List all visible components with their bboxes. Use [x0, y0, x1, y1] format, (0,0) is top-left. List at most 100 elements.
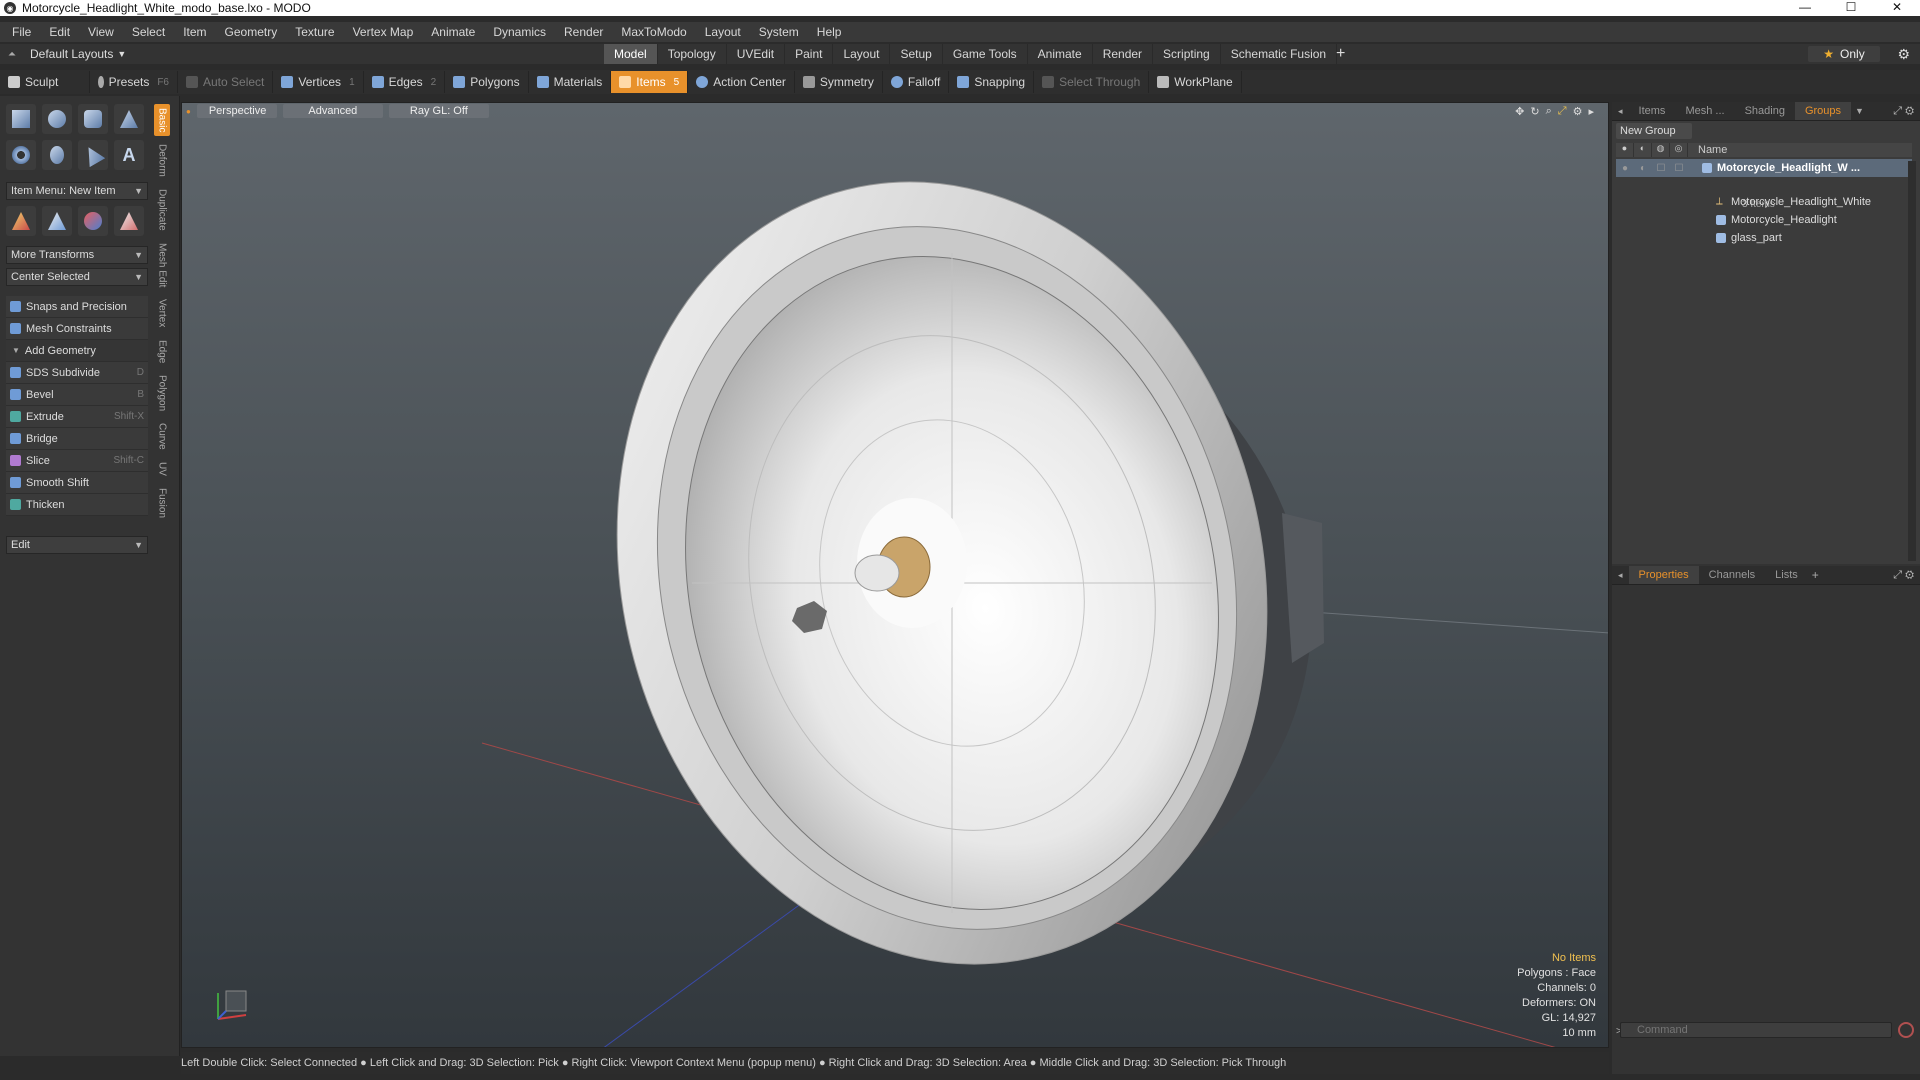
- symmetry-button[interactable]: Symmetry: [795, 71, 883, 93]
- mesh-constraints-button[interactable]: Mesh Constraints: [6, 318, 148, 340]
- checkbox-icon[interactable]: ☐: [1670, 163, 1688, 174]
- bevel-button[interactable]: Bevel B: [6, 384, 148, 406]
- items-button[interactable]: Items 5: [611, 71, 689, 93]
- menu-texture[interactable]: Texture: [295, 25, 334, 39]
- minimize-button[interactable]: —: [1782, 0, 1828, 16]
- center-selected-dropdown[interactable]: Center Selected ▼: [6, 268, 148, 286]
- tab-items[interactable]: Items: [1629, 102, 1676, 120]
- tab-animate[interactable]: Animate: [1028, 44, 1093, 64]
- menu-animate[interactable]: Animate: [431, 25, 475, 39]
- pen-tool-icon[interactable]: [78, 140, 108, 170]
- tab-scripting[interactable]: Scripting: [1153, 44, 1221, 64]
- vtab-uv[interactable]: UV: [154, 458, 170, 480]
- slice-button[interactable]: Slice Shift-C: [6, 450, 148, 472]
- menu-geometry[interactable]: Geometry: [225, 25, 278, 39]
- tab-uvedit[interactable]: UVEdit: [727, 44, 786, 64]
- tab-render[interactable]: Render: [1093, 44, 1154, 64]
- menu-help[interactable]: Help: [817, 25, 842, 39]
- tab-model[interactable]: Model: [604, 44, 658, 64]
- menu-file[interactable]: File: [12, 25, 31, 39]
- render-column-icon[interactable]: ◐: [1634, 143, 1652, 157]
- thicken-button[interactable]: Thicken: [6, 494, 148, 516]
- vtab-curve[interactable]: Curve: [154, 419, 170, 454]
- panel-menu-icon[interactable]: ◂: [1612, 570, 1629, 581]
- vtab-duplicate[interactable]: Duplicate: [154, 185, 170, 235]
- snaps-and-precision-button[interactable]: Snaps and Precision: [6, 296, 148, 318]
- command-stop-icon[interactable]: [1898, 1022, 1914, 1038]
- panel-menu-icon[interactable]: ◂: [1612, 106, 1629, 117]
- checkbox-icon[interactable]: ☐: [1652, 163, 1670, 174]
- select-through-button[interactable]: Select Through: [1034, 71, 1150, 93]
- vertices-button[interactable]: Vertices 1: [273, 71, 364, 93]
- default-layouts-dropdown[interactable]: ⏶ Default Layouts ▼: [8, 47, 126, 61]
- tab-setup[interactable]: Setup: [890, 44, 943, 64]
- auto-select-button[interactable]: Auto Select: [178, 71, 274, 93]
- bridge-button[interactable]: Bridge: [6, 428, 148, 450]
- cylinder-icon[interactable]: [78, 104, 108, 134]
- tree-item-glass[interactable]: glass_part: [1616, 229, 1912, 247]
- gear-icon[interactable]: ⚙: [1897, 46, 1910, 63]
- tab-groups[interactable]: Groups: [1794, 102, 1852, 120]
- menu-item[interactable]: Item: [183, 25, 206, 39]
- vtab-basic[interactable]: Basic: [154, 104, 170, 137]
- scale-gizmo-icon[interactable]: [78, 206, 108, 236]
- tab-paint[interactable]: Paint: [785, 44, 834, 64]
- action-center-button[interactable]: Action Center: [688, 71, 795, 93]
- menu-system[interactable]: System: [759, 25, 799, 39]
- eye-column-icon[interactable]: ●: [1616, 143, 1634, 157]
- transform-gizmo-icon[interactable]: [114, 206, 144, 236]
- materials-button[interactable]: Materials: [529, 71, 612, 93]
- cube-icon[interactable]: [6, 104, 36, 134]
- add-tab-plus-icon[interactable]: +: [1336, 44, 1345, 64]
- lock-column-icon[interactable]: ◍: [1652, 143, 1670, 157]
- menu-dynamics[interactable]: Dynamics: [493, 25, 546, 39]
- menu-vertex-map[interactable]: Vertex Map: [353, 25, 414, 39]
- tab-mesh[interactable]: Mesh ...: [1675, 102, 1734, 120]
- tab-topology[interactable]: Topology: [658, 44, 727, 64]
- falloff-button[interactable]: Falloff: [883, 71, 950, 93]
- headlight-render[interactable]: [182, 103, 1609, 1048]
- cone-icon[interactable]: [114, 104, 144, 134]
- only-button[interactable]: ★ Only: [1808, 46, 1880, 62]
- vtab-vertex[interactable]: Vertex: [154, 295, 170, 331]
- tabs-chevron-icon[interactable]: ▼: [1855, 106, 1864, 116]
- new-group-button[interactable]: New Group: [1616, 123, 1692, 139]
- menu-view[interactable]: View: [88, 25, 114, 39]
- extrude-button[interactable]: Extrude Shift-X: [6, 406, 148, 428]
- edges-button[interactable]: Edges 2: [364, 71, 446, 93]
- panel-expand-icon[interactable]: ⤢ ⚙: [1893, 566, 1914, 584]
- torus-icon[interactable]: [6, 140, 36, 170]
- menu-select[interactable]: Select: [132, 25, 165, 39]
- edit-dropdown[interactable]: Edit ▼: [6, 536, 148, 554]
- menu-edit[interactable]: Edit: [49, 25, 70, 39]
- add-tab-plus-icon[interactable]: +: [1812, 568, 1819, 582]
- tab-channels[interactable]: Channels: [1699, 566, 1765, 584]
- command-input[interactable]: [1620, 1022, 1892, 1038]
- tab-schematic-fusion[interactable]: Schematic Fusion: [1221, 44, 1338, 64]
- layout-toggle-icon[interactable]: ⏶: [8, 49, 16, 60]
- smooth-shift-button[interactable]: Smooth Shift: [6, 472, 148, 494]
- vtab-deform[interactable]: Deform: [154, 140, 170, 181]
- polygons-button[interactable]: Polygons: [445, 71, 529, 93]
- 3d-viewport[interactable]: ● Perspective Advanced Ray GL: Off ✥ ↻ ⌕…: [181, 102, 1609, 1048]
- text-tool-icon[interactable]: A: [114, 140, 144, 170]
- tab-game-tools[interactable]: Game Tools: [943, 44, 1028, 64]
- rotate-gizmo-icon[interactable]: [42, 206, 72, 236]
- tab-properties[interactable]: Properties: [1628, 566, 1699, 584]
- render-icon[interactable]: ◐: [1634, 163, 1652, 174]
- tab-lists[interactable]: Lists: [1765, 566, 1808, 584]
- presets-button[interactable]: Presets F6: [90, 71, 178, 93]
- capsule-icon[interactable]: [42, 140, 72, 170]
- item-menu-dropdown[interactable]: Item Menu: New Item ▼: [6, 182, 148, 200]
- menu-layout[interactable]: Layout: [705, 25, 741, 39]
- select-column-icon[interactable]: ◎: [1670, 143, 1688, 157]
- vtab-polygon[interactable]: Polygon: [154, 371, 170, 415]
- vtab-edge[interactable]: Edge: [154, 336, 170, 367]
- panel-expand-icon[interactable]: ⤢ ⚙: [1893, 102, 1914, 120]
- more-transforms-dropdown[interactable]: More Transforms ▼: [6, 246, 148, 264]
- snapping-button[interactable]: Snapping: [949, 71, 1035, 93]
- menu-render[interactable]: Render: [564, 25, 603, 39]
- tree-item-locator[interactable]: ⟂ Motorcycle_Headlight_White: [1616, 193, 1912, 211]
- sds-subdivide-button[interactable]: SDS Subdivide D: [6, 362, 148, 384]
- vtab-mesh-edit[interactable]: Mesh Edit: [154, 239, 170, 291]
